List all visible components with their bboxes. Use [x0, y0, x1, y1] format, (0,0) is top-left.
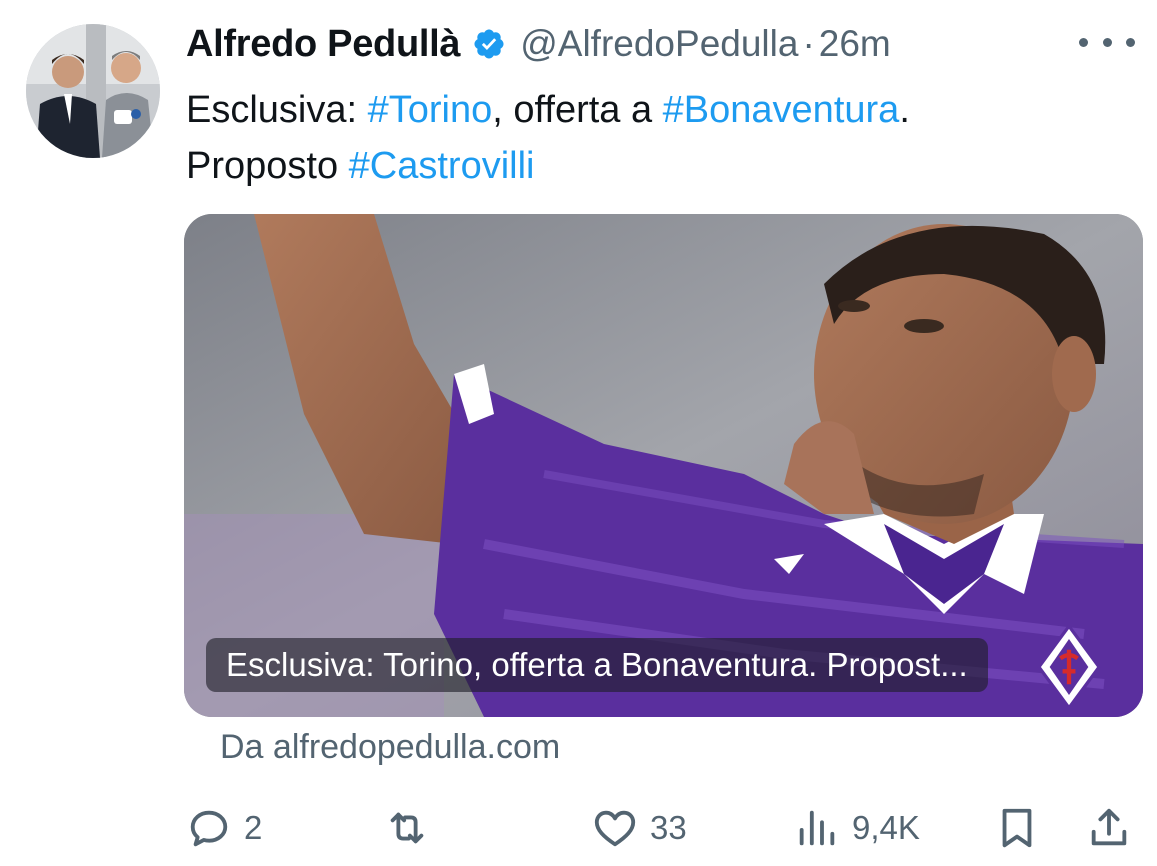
- views-count: 9,4K: [852, 809, 920, 846]
- tweet-header: Alfredo Pedullà @AlfredoPedulla · 26m: [186, 18, 891, 70]
- author-name[interactable]: Alfredo Pedullà: [186, 23, 461, 66]
- action-bar: 2 33 9,4K: [186, 800, 1146, 856]
- reply-button[interactable]: 2: [186, 800, 262, 856]
- reply-icon: [190, 810, 228, 847]
- views-button[interactable]: 9,4K: [794, 800, 920, 856]
- author-avatar[interactable]: [26, 24, 160, 158]
- hashtag-castrovilli[interactable]: #Castrovilli: [349, 145, 535, 187]
- card-caption: Esclusiva: Torino, offerta a Bonaventura…: [206, 638, 988, 692]
- verified-badge-icon: [474, 29, 504, 59]
- tweet-text-line-2: Proposto #Castrovilli: [186, 138, 1126, 194]
- reply-count: 2: [244, 809, 263, 846]
- share-button[interactable]: [1086, 800, 1132, 856]
- bookmark-icon: [1002, 808, 1032, 848]
- like-icon: [594, 810, 636, 847]
- views-icon: [799, 810, 835, 846]
- hashtag-bonaventura[interactable]: #Bonaventura: [663, 89, 900, 131]
- bookmark-button[interactable]: [994, 800, 1040, 856]
- more-icon[interactable]: [1079, 30, 1135, 54]
- header-separator: ·: [802, 23, 815, 64]
- link-card[interactable]: Esclusiva: Torino, offerta a Bonaventura…: [184, 214, 1143, 717]
- fiorentina-logo-icon: [1036, 624, 1102, 710]
- text-part: , offerta a: [492, 89, 663, 131]
- share-icon: [1091, 808, 1127, 846]
- hashtag-torino[interactable]: #Torino: [368, 89, 493, 131]
- tweet-text-line-1: Esclusiva: #Torino, offerta a #Bonaventu…: [186, 82, 1126, 138]
- text-part: .: [899, 89, 910, 131]
- author-handle[interactable]: @AlfredoPedulla: [520, 23, 798, 65]
- retweet-button[interactable]: [384, 800, 442, 856]
- text-part: Proposto: [186, 145, 349, 187]
- tweet-text: Esclusiva: #Torino, offerta a #Bonaventu…: [186, 82, 1126, 194]
- retweet-icon: [390, 812, 424, 844]
- like-count: 33: [650, 809, 687, 846]
- text-part: Esclusiva:: [186, 89, 368, 131]
- card-source-link[interactable]: Da alfredopedulla.com: [220, 728, 560, 767]
- like-button[interactable]: 33: [592, 800, 687, 856]
- tweet-timestamp[interactable]: 26m: [819, 23, 891, 65]
- avatar-photo: [26, 24, 160, 158]
